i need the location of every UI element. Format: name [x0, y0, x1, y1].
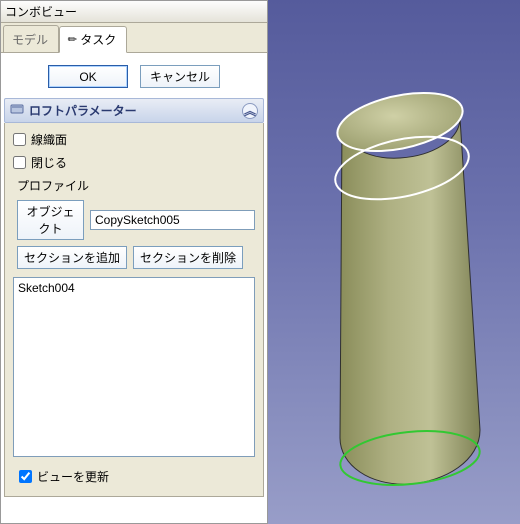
- loft-rendering: [268, 0, 520, 524]
- section-listbox[interactable]: Sketch004: [13, 277, 255, 457]
- tab-task-label: タスク: [80, 31, 116, 48]
- ruled-surface-label: 線織面: [31, 131, 67, 148]
- loft-icon: [10, 102, 24, 119]
- pencil-icon: ✎: [65, 32, 81, 48]
- pane-title-bar: コンボビュー: [1, 1, 267, 23]
- ruled-surface-row[interactable]: 線織面: [13, 131, 255, 148]
- profile-row: オブジェクト: [17, 200, 255, 240]
- group-header[interactable]: ロフトパラメーター ︽: [4, 98, 264, 123]
- tab-bar: モデル ✎ タスク: [1, 23, 267, 53]
- closed-row[interactable]: 閉じる: [13, 154, 255, 171]
- ruled-surface-checkbox[interactable]: [13, 133, 26, 146]
- list-item[interactable]: Sketch004: [18, 280, 250, 296]
- loft-parameters-group: ロフトパラメーター ︽ 線織面 閉じる プロファイル オブジェクト: [4, 98, 264, 497]
- loft-body: 線織面 閉じる プロファイル オブジェクト セクションを追加 セクションを削除 …: [4, 123, 264, 497]
- remove-section-button[interactable]: セクションを削除: [133, 246, 243, 269]
- add-section-button[interactable]: セクションを追加: [17, 246, 127, 269]
- tab-model[interactable]: モデル: [3, 25, 59, 52]
- cancel-button[interactable]: キャンセル: [140, 65, 220, 88]
- tab-model-label: モデル: [12, 31, 48, 48]
- pane-title-text: コンボビュー: [5, 3, 77, 20]
- collapse-button[interactable]: ︽: [242, 103, 258, 119]
- profile-input[interactable]: [90, 210, 255, 230]
- 3d-viewport[interactable]: [268, 0, 520, 524]
- ok-button[interactable]: OK: [48, 65, 128, 88]
- profile-label: プロファイル: [17, 177, 255, 194]
- chevron-up-icon: ︽: [244, 102, 256, 119]
- update-view-checkbox[interactable]: [19, 470, 32, 483]
- closed-checkbox[interactable]: [13, 156, 26, 169]
- task-panel-body: OK キャンセル ロフトパラメーター ︽ 線織面: [1, 53, 267, 523]
- update-view-label: ビューを更新: [37, 468, 109, 485]
- section-buttons-row: セクションを追加 セクションを削除: [17, 246, 255, 269]
- dialog-button-row: OK キャンセル: [4, 57, 264, 92]
- object-button[interactable]: オブジェクト: [17, 200, 84, 240]
- combo-view-panel: コンボビュー モデル ✎ タスク OK キャンセル ロフトパラメーター: [0, 0, 268, 524]
- tab-task[interactable]: ✎ タスク: [59, 26, 127, 53]
- update-view-row[interactable]: ビューを更新: [13, 465, 255, 488]
- closed-label: 閉じる: [31, 154, 67, 171]
- group-title: ロフトパラメーター: [29, 102, 137, 119]
